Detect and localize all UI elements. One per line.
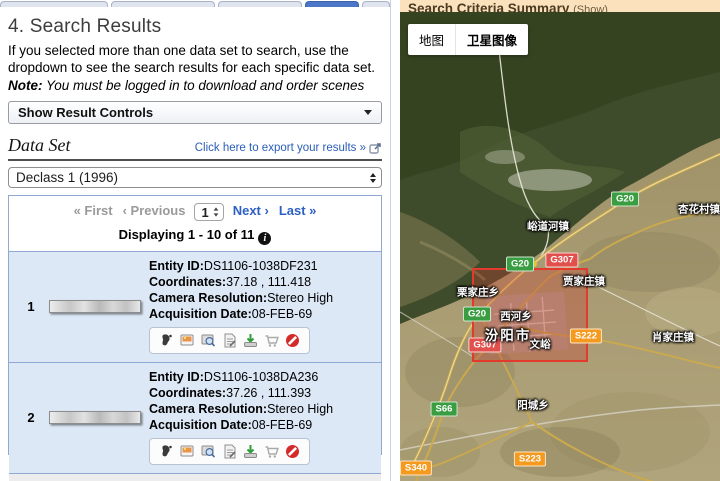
map-type-control: 地图 卫星图像 (408, 24, 528, 55)
tab-data-sets[interactable] (111, 1, 215, 7)
map-panel: Search Criteria Summary (Show) (400, 0, 720, 481)
page-number: 1 (201, 205, 208, 220)
page-title: 4. Search Results (8, 16, 382, 38)
acquisition-date-label: Acquisition Date: (149, 307, 252, 321)
result-row-3: Entity ID:DS1106-1038DF230 (9, 473, 381, 481)
acquisition-date-label: Acquisition Date: (149, 418, 252, 432)
note-text: You must be logged in to download and or… (46, 78, 364, 93)
acquisition-date-value: 08-FEB-69 (252, 418, 312, 432)
show-browse-overlay-icon[interactable] (179, 332, 196, 349)
road-shield: S340 (400, 461, 432, 476)
download-options-icon[interactable] (242, 332, 259, 349)
add-to-cart-icon[interactable] (263, 332, 280, 349)
compare-browse-icon[interactable] (200, 332, 217, 349)
acquisition-date-value: 08-FEB-69 (252, 307, 312, 321)
scene-thumbnail[interactable] (49, 411, 141, 424)
result-controls-label: Show Result Controls (18, 105, 153, 120)
map-town-label: 杏花村镇 (678, 202, 720, 217)
map-city-label: 汾阳市 (485, 324, 532, 344)
map-view-button[interactable]: 地图 (408, 24, 455, 55)
pagination-last[interactable]: Last » (279, 203, 317, 218)
download-options-icon[interactable] (242, 443, 259, 460)
page-select-spinner-icon (213, 207, 219, 217)
search-criteria-summary-header: Search Criteria Summary (Show) (400, 0, 720, 12)
footprint-icon[interactable] (158, 332, 175, 349)
pagination: « First ‹ Previous 1 Next › Last » (9, 196, 381, 224)
info-icon[interactable]: i (258, 232, 271, 245)
dataset-heading: Data Set (8, 135, 71, 156)
tab-additional-criteria[interactable] (218, 1, 302, 7)
summary-header-title: Search Criteria Summary (Show) (408, 1, 608, 12)
page-number-select[interactable]: 1 (194, 203, 223, 221)
displaying-count: Displaying 1 - 10 of 11i (9, 224, 381, 251)
tab-filler (362, 1, 390, 7)
coordinates-label: Coordinates: (149, 275, 226, 289)
entity-id-value: DS1106-1038DF231 (204, 259, 318, 273)
road-shield: S66 (431, 402, 458, 417)
results-list: « First ‹ Previous 1 Next › Last » Displayin… (8, 195, 382, 455)
summary-show-toggle[interactable]: (Show) (573, 4, 608, 12)
camera-resolution-value: Stereo High (267, 291, 333, 305)
map-town-label: 文峪 (530, 337, 551, 352)
entity-id-label: Entity ID: (149, 259, 204, 273)
show-browse-overlay-icon[interactable] (179, 443, 196, 460)
result-index: 1 (13, 258, 49, 354)
road-shield: S223 (514, 452, 546, 467)
compare-browse-icon[interactable] (200, 443, 217, 460)
result-row-2: 2 Entity ID:DS1106-1038DA236 Coordinates… (9, 362, 381, 473)
pagination-first: « First (74, 203, 113, 218)
export-results-link[interactable]: Click here to export your results » (195, 142, 382, 155)
scene-thumbnail[interactable] (49, 300, 141, 313)
map-town-label: 峪道河镇 (527, 219, 569, 234)
tab-search-criteria[interactable] (0, 1, 108, 7)
scene-toolbar (149, 438, 310, 465)
footprint-icon[interactable] (158, 443, 175, 460)
map-town-label: 贾家庄镇 (563, 274, 605, 289)
tab-results-active[interactable] (305, 1, 359, 7)
road-shield: G307 (545, 253, 578, 268)
exclude-scene-icon[interactable] (284, 332, 301, 349)
earthexplorer-app: 4. Search Results If you selected more t… (0, 0, 720, 481)
note-label: Note: (8, 78, 43, 93)
camera-resolution-value: Stereo High (267, 402, 333, 416)
dataset-divider (8, 159, 382, 161)
export-link-text: Click here to export your results » (195, 142, 366, 154)
entity-id-value: DS1106-1038DA236 (204, 370, 318, 384)
step-tabstrip (0, 0, 390, 7)
external-link-icon (369, 142, 382, 155)
chevron-down-icon (364, 110, 372, 115)
map-town-label: 肖家庄镇 (652, 330, 694, 345)
coordinates-label: Coordinates: (149, 386, 226, 400)
camera-resolution-label: Camera Resolution: (149, 402, 267, 416)
map-town-label: 栗家庄乡 (457, 285, 499, 300)
dataset-select[interactable]: Declass 1 (1996) (8, 167, 382, 188)
scene-toolbar (149, 327, 310, 354)
road-shield: G20 (611, 192, 639, 207)
coordinates-value: 37.26 , 111.393 (226, 386, 311, 400)
show-metadata-icon[interactable] (221, 332, 238, 349)
road-shield: G20 (506, 257, 534, 272)
dataset-selected-value: Declass 1 (1996) (16, 170, 118, 185)
login-note: Note: You must be logged in to download … (8, 78, 382, 94)
pagination-previous: ‹ Previous (123, 203, 186, 218)
exclude-scene-icon[interactable] (284, 443, 301, 460)
select-spinner-icon (370, 173, 376, 183)
camera-resolution-label: Camera Resolution: (149, 291, 267, 305)
result-row-1: 1 Entity ID:DS1106-1038DF231 Coordinates… (9, 251, 381, 362)
pagination-next[interactable]: Next › (233, 203, 269, 218)
add-to-cart-icon[interactable] (263, 443, 280, 460)
results-description: If you selected more than one data set t… (8, 42, 382, 76)
satellite-view-button[interactable]: 卫星图像 (455, 24, 528, 55)
satellite-map[interactable]: G20 G307 G20 G20 G307 S222 S66 S223 S340… (400, 12, 720, 481)
result-index: 2 (13, 369, 49, 465)
road-shield: G20 (463, 307, 491, 322)
search-results-panel: 4. Search Results If you selected more t… (0, 0, 391, 481)
show-result-controls-dropdown[interactable]: Show Result Controls (8, 101, 382, 124)
coordinates-value: 37.18 , 111.418 (226, 275, 311, 289)
entity-id-label: Entity ID: (149, 370, 204, 384)
map-town-label: 阳城乡 (517, 398, 549, 413)
map-town-label: 西河乡 (500, 309, 532, 324)
road-shield: S222 (570, 329, 602, 344)
show-metadata-icon[interactable] (221, 443, 238, 460)
